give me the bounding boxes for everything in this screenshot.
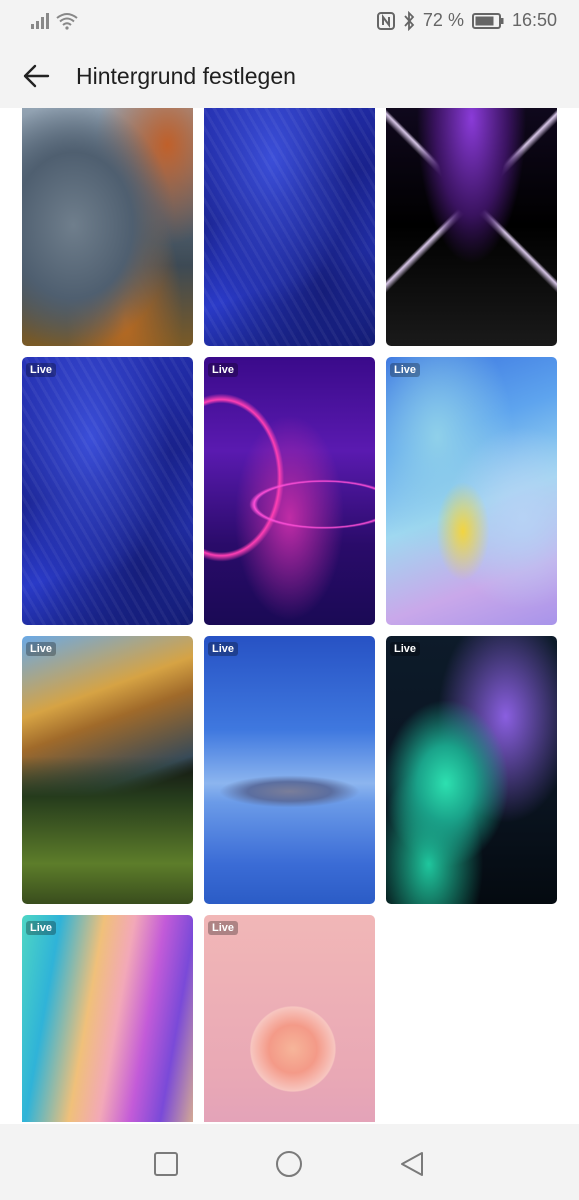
battery-icon — [471, 12, 504, 29]
page-title: Hintergrund festlegen — [76, 63, 296, 89]
wallpaper-neon-ring[interactable]: Live — [204, 357, 375, 625]
wallpaper-grid-container[interactable]: Live Live Live Live Live Live Live Live — [0, 108, 579, 1122]
wallpaper-mountain-autumn[interactable] — [22, 108, 193, 346]
wallpaper-pastel-wave[interactable]: Live — [386, 357, 557, 625]
home-button[interactable] — [275, 1150, 303, 1178]
arrow-left-icon — [23, 64, 50, 88]
status-bar: 72 % 16:50 — [0, 0, 579, 44]
circle-icon — [276, 1151, 302, 1177]
wallpaper-photo-stack[interactable]: Live — [22, 636, 193, 904]
live-badge: Live — [208, 363, 239, 377]
app-bar: Hintergrund festlegen — [0, 44, 579, 108]
battery-percent: 72 % — [422, 10, 464, 30]
back-button[interactable] — [14, 56, 58, 96]
recent-apps-button[interactable] — [152, 1150, 180, 1178]
live-badge: Live — [26, 642, 57, 656]
status-right: 72 % 16:50 — [376, 10, 557, 31]
wifi-icon — [56, 13, 78, 30]
wallpaper-neon-tunnel[interactable] — [386, 108, 557, 346]
nfc-icon — [376, 11, 395, 30]
live-badge: Live — [390, 363, 421, 377]
live-badge: Live — [390, 642, 421, 656]
status-left — [30, 12, 78, 30]
wallpaper-glowing-plants[interactable]: Live — [386, 636, 557, 904]
wallpaper-grid: Live Live Live Live Live Live Live Live — [22, 108, 558, 1122]
live-badge: Live — [26, 363, 57, 377]
nav-back-button[interactable] — [398, 1150, 426, 1178]
clock: 16:50 — [511, 10, 557, 30]
bluetooth-icon — [404, 10, 415, 31]
wallpaper-lake-mountain[interactable]: Live — [204, 636, 375, 904]
live-badge: Live — [208, 921, 239, 935]
live-badge: Live — [26, 921, 57, 935]
wallpaper-blue-texture[interactable] — [204, 108, 375, 346]
live-badge: Live — [208, 642, 239, 656]
signal-icon — [31, 13, 49, 29]
wallpaper-blue-texture-live[interactable]: Live — [22, 357, 193, 625]
navigation-bar — [0, 1124, 579, 1200]
triangle-back-icon — [401, 1152, 423, 1176]
square-icon — [154, 1152, 178, 1176]
wallpaper-fluid-colors[interactable]: Live — [22, 915, 193, 1122]
wallpaper-rose[interactable]: Live — [204, 915, 375, 1122]
